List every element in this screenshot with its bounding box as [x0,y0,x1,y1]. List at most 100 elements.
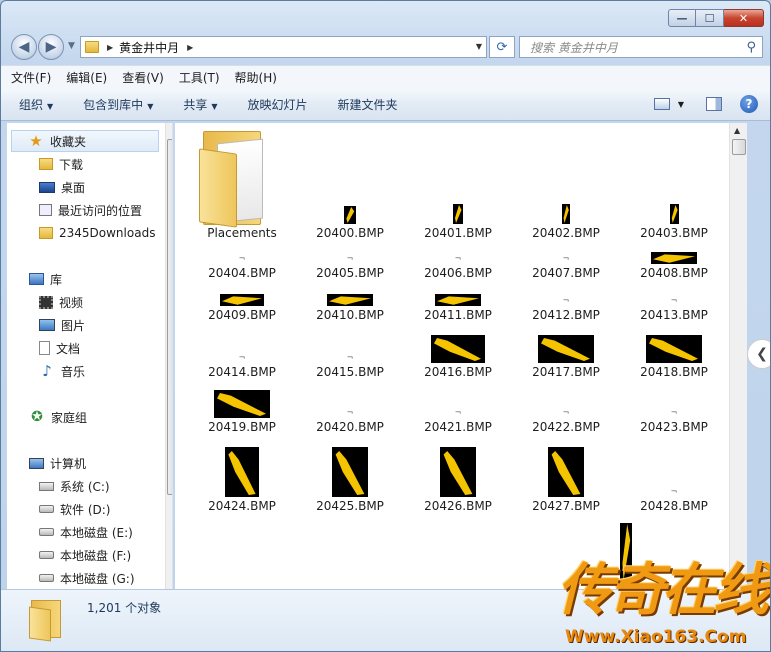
chevron-down-icon[interactable]: ▼ [678,100,684,109]
file-name[interactable]: 20402.BMP [512,226,620,240]
folder-placements-icon[interactable] [199,127,269,228]
share-button[interactable]: 共享 ▼ [183,96,217,113]
file-thumbnail[interactable] [220,294,264,306]
file-name[interactable]: 20423.BMP [620,420,728,434]
breadcrumb-chevron-icon[interactable]: ▶ [107,43,113,52]
file-thumbnail[interactable] [332,447,368,497]
file-thumbnail[interactable] [214,390,270,418]
file-thumbnail[interactable] [453,204,463,224]
nav-homegroup[interactable]: ✪ 家庭组 [29,406,87,428]
nav-documents[interactable]: 文档 [39,337,80,359]
file-thumbnail[interactable] [435,294,481,306]
file-thumbnail[interactable]: ¬ [512,296,620,305]
file-name[interactable]: 20427.BMP [512,499,620,513]
file-thumbnail[interactable]: ¬ [404,408,512,417]
nav-drive-e[interactable]: 本地磁盘 (E:) [39,521,133,543]
address-dropdown-icon[interactable]: ▼ [476,42,482,51]
file-name[interactable]: 20400.BMP [296,226,404,240]
file-name-placements[interactable]: Placements [188,226,296,240]
nav-downloads[interactable]: 下载 [39,153,83,175]
file-name[interactable]: 20401.BMP [404,226,512,240]
nav-videos[interactable]: 视频 [39,291,83,313]
file-thumbnail[interactable] [669,204,679,224]
file-name[interactable]: 20404.BMP [188,266,296,280]
menu-edit[interactable]: 编辑(E) [66,69,107,86]
close-button[interactable]: ✕ [724,9,764,27]
file-name[interactable]: 20408.BMP [620,266,728,280]
file-name[interactable]: 20421.BMP [404,420,512,434]
nav-drive-c[interactable]: 系统 (C:) [39,475,110,497]
file-name[interactable]: 20413.BMP [620,308,728,322]
view-options-icon[interactable] [653,98,670,110]
minimize-button[interactable]: — [668,9,696,27]
file-thumbnail[interactable]: ¬ [512,408,620,417]
nav-computer[interactable]: 计算机 [29,452,86,474]
file-name[interactable]: 20424.BMP [188,499,296,513]
back-button[interactable]: ◀ [11,34,37,60]
file-thumbnail[interactable]: ¬ [296,254,404,263]
nav-favorites[interactable]: ★ 收藏夹 [11,130,159,152]
file-thumbnail[interactable]: ¬ [188,254,296,263]
recent-pages-dropdown[interactable]: ▼ [68,41,75,51]
file-name[interactable]: 20414.BMP [188,365,296,379]
content-scrollbar-thumb[interactable] [732,139,746,155]
content-scrollbar[interactable]: ▲ [729,123,747,589]
menu-file[interactable]: 文件(F) [11,69,51,86]
file-name[interactable]: 20410.BMP [296,308,404,322]
new-folder-button[interactable]: 新建文件夹 [338,96,398,113]
nav-2345downloads[interactable]: 2345Downloads [39,222,155,244]
file-name[interactable]: 20411.BMP [404,308,512,322]
file-name[interactable]: 20422.BMP [512,420,620,434]
preview-pane-icon[interactable] [706,97,722,111]
file-thumbnail[interactable]: ¬ [620,408,728,417]
slideshow-button[interactable]: 放映幻灯片 [248,96,308,113]
file-name[interactable]: 20425.BMP [296,499,404,513]
file-thumbnail[interactable]: ¬ [512,254,620,263]
file-name[interactable]: 20416.BMP [404,365,512,379]
file-name[interactable]: 20419.BMP [188,420,296,434]
breadcrumb-chevron-icon[interactable]: ▶ [187,43,193,52]
file-name[interactable]: 20403.BMP [620,226,728,240]
file-name[interactable]: 20426.BMP [404,499,512,513]
nav-scrollbar-thumb[interactable]: ≡ [167,139,172,495]
file-name[interactable]: 20407.BMP [512,266,620,280]
file-thumbnail[interactable]: ¬ [620,296,728,305]
file-thumbnail[interactable] [651,252,697,264]
file-name[interactable]: 20409.BMP [188,308,296,322]
nav-libraries[interactable]: 库 [29,268,62,290]
organize-button[interactable]: 组织 ▼ [19,96,53,113]
nav-drive-f[interactable]: 本地磁盘 (F:) [39,544,131,566]
nav-recent-places[interactable]: 最近访问的位置 [39,199,142,221]
file-thumbnail[interactable] [225,447,259,497]
file-thumbnail[interactable] [646,335,702,363]
menu-tools[interactable]: 工具(T) [179,69,220,86]
file-thumbnail[interactable]: ¬ [188,353,296,362]
file-name[interactable]: 20405.BMP [296,266,404,280]
maximize-button[interactable]: ☐ [696,9,724,27]
breadcrumb-item[interactable]: 黄金井中月 [119,39,179,56]
nav-pictures[interactable]: 图片 [39,314,85,336]
file-name[interactable]: 20415.BMP [296,365,404,379]
file-thumbnail[interactable]: ¬ [296,408,404,417]
include-library-button[interactable]: 包含到库中 ▼ [83,96,153,113]
file-thumbnail[interactable] [327,294,373,306]
file-name[interactable]: 20406.BMP [404,266,512,280]
refresh-button[interactable]: ⟳ [489,36,515,58]
file-thumbnail[interactable] [538,335,594,363]
file-thumbnail[interactable] [562,204,570,224]
file-thumbnail[interactable]: ¬ [620,487,728,496]
file-name[interactable]: 20420.BMP [296,420,404,434]
file-thumbnail[interactable] [440,447,476,497]
nav-scrollbar[interactable]: ≡ [165,123,172,589]
nav-drive-d[interactable]: 软件 (D:) [39,498,110,520]
forward-button[interactable]: ▶ [38,34,64,60]
help-icon[interactable]: ? [740,95,758,113]
search-input[interactable]: 搜索 黄金井中月 ⚲ [519,36,763,58]
address-bar[interactable]: ▶ 黄金井中月 ▶ ▼ [80,36,487,58]
file-thumbnail[interactable] [431,335,485,363]
search-icon[interactable]: ⚲ [746,40,756,55]
menu-help[interactable]: 帮助(H) [235,69,277,86]
nav-desktop[interactable]: 桌面 [39,176,85,198]
file-thumbnail[interactable]: ¬ [296,353,404,362]
file-name[interactable]: 20418.BMP [620,365,728,379]
